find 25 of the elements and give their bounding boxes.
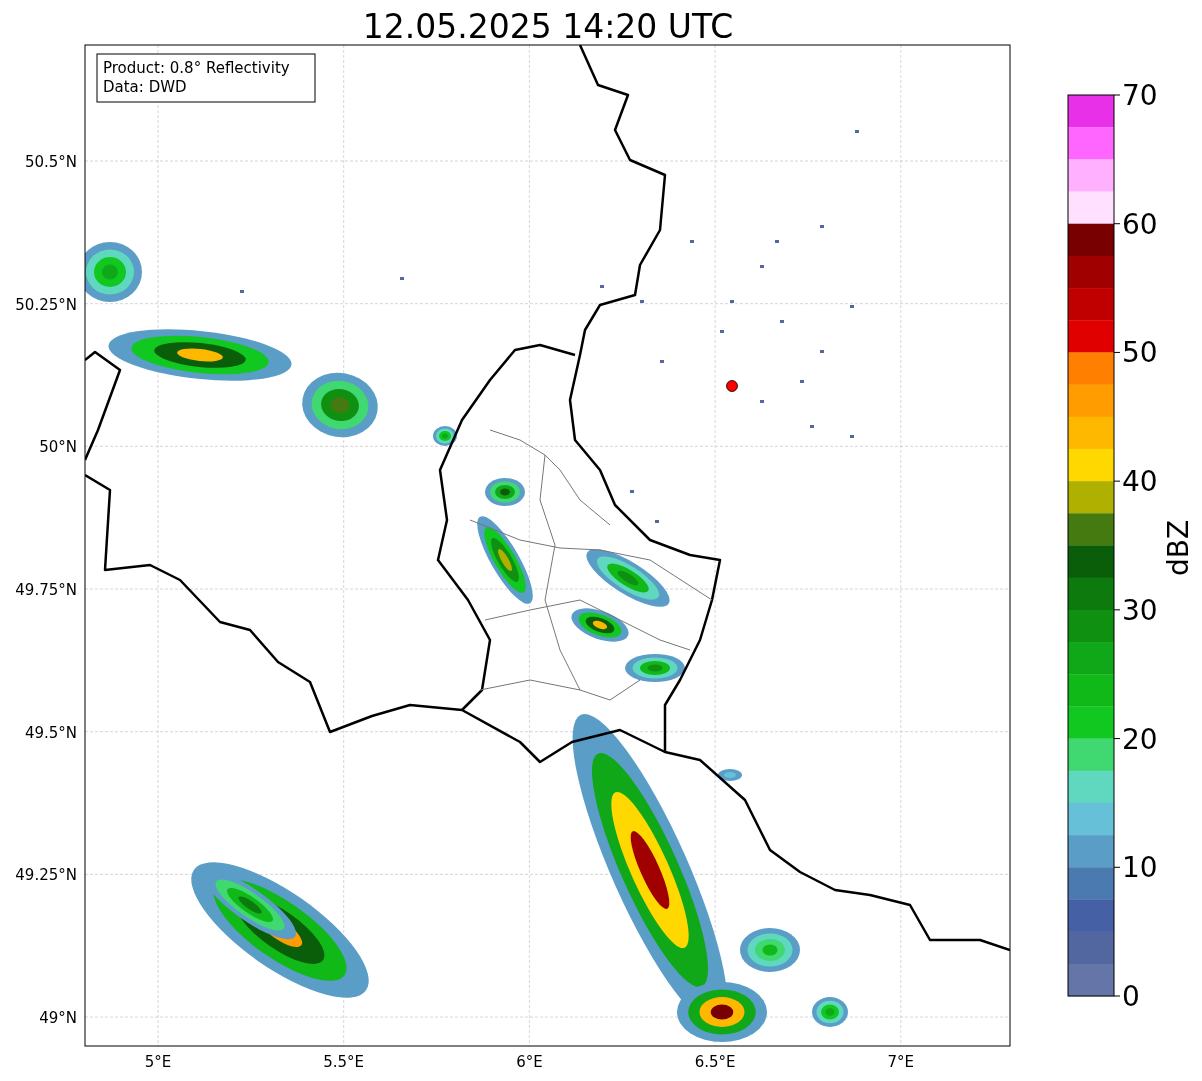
latitude-label: 49.75°N: [15, 581, 77, 600]
colorbar-tick-label: 0: [1122, 980, 1140, 1013]
longitude-label: 6°E: [516, 1053, 543, 1071]
chart-title: 12.05.2025 14:20 UTC: [362, 7, 734, 46]
legend-text: Product: 0.8° Reflectivity: [103, 59, 290, 77]
colorbar-tick-label: 60: [1122, 207, 1158, 241]
colorbar-tick-label: 40: [1122, 465, 1158, 499]
colorbar-tick-label: 70: [1122, 79, 1158, 112]
longitude-label: 7°E: [887, 1053, 915, 1071]
longitude-label: 5°E: [144, 1053, 172, 1071]
legend-text: Data: DWD: [103, 78, 187, 96]
colorbar-tick-label: 50: [1122, 336, 1158, 370]
latitude-label: 49.5°N: [24, 723, 77, 742]
latitude-label: 49°N: [39, 1009, 77, 1028]
colorbar-tick-label: 10: [1122, 851, 1158, 885]
colorbar-tick-label: 20: [1122, 722, 1158, 756]
colorbar-tick-label: 30: [1122, 593, 1158, 627]
latitude-label: 50.5°N: [24, 153, 77, 171]
longitude-label: 6.5°E: [694, 1053, 736, 1071]
radar-site-marker-icon: [726, 380, 738, 392]
latitude-label: 50.25°N: [15, 295, 77, 314]
latitude-label: 49.25°N: [15, 866, 77, 885]
colorbar-label: dBZ: [1162, 519, 1195, 577]
longitude-label: 5.5°E: [323, 1053, 365, 1071]
latitude-label: 50°N: [39, 438, 77, 457]
